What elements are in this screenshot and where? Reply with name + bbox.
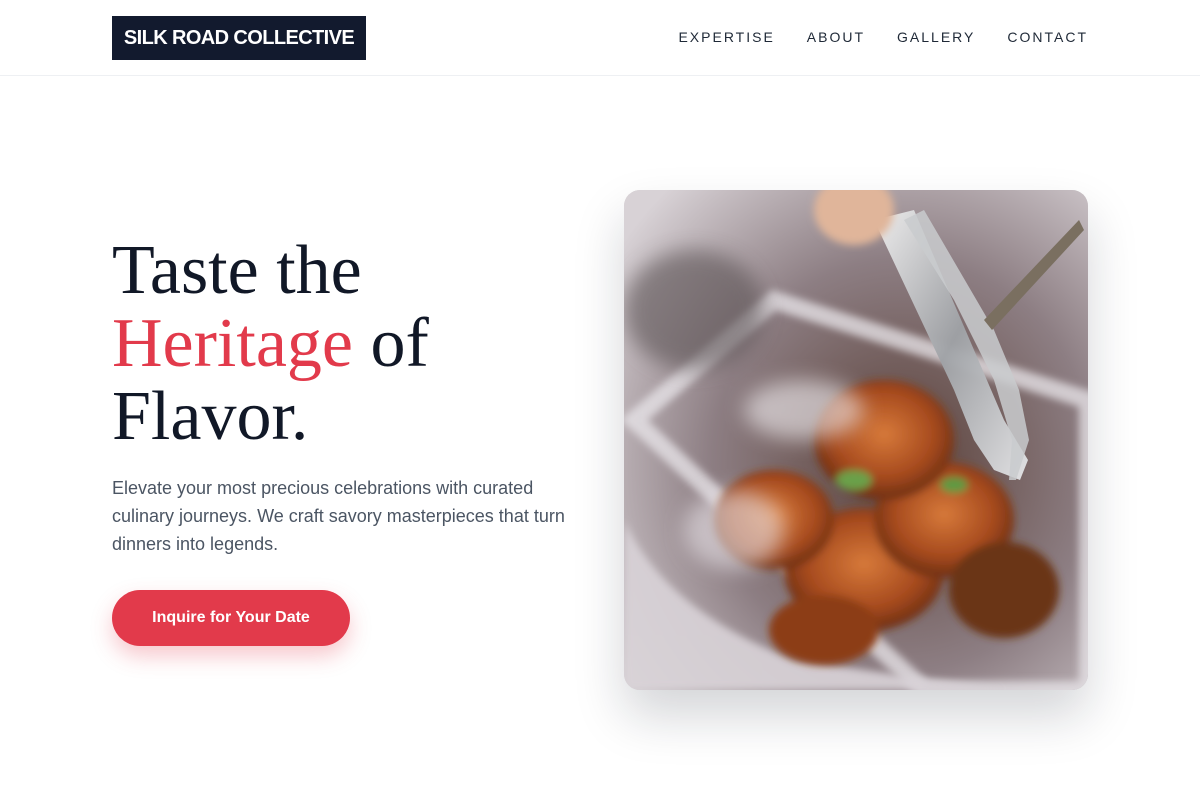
nav-item-contact[interactable]: CONTACT: [1007, 28, 1088, 46]
nav-item-expertise[interactable]: EXPERTISE: [678, 28, 774, 46]
hero-title-accent: Heritage: [112, 305, 353, 382]
nav-item-about[interactable]: ABOUT: [807, 28, 865, 46]
site-header: SILK ROAD COLLECTIVE EXPERTISE ABOUT GAL…: [0, 0, 1200, 76]
hero-food-photo: [624, 190, 1088, 690]
hero-description: Elevate your most precious celebrations …: [112, 478, 565, 554]
brand-logo[interactable]: SILK ROAD COLLECTIVE: [112, 16, 366, 60]
inquire-button[interactable]: Inquire for Your Date: [112, 590, 350, 646]
main-nav: EXPERTISE ABOUT GALLERY CONTACT: [678, 28, 1088, 46]
hero-title-line2-rest: of: [352, 305, 429, 382]
hero-title: Taste the Heritage of Flavor.: [112, 234, 592, 453]
food-photo-illustration: [624, 190, 1088, 690]
hero-title-line3: Flavor.: [112, 378, 309, 455]
nav-item-gallery[interactable]: GALLERY: [897, 28, 975, 46]
hero-title-line1: Taste the: [112, 232, 362, 309]
